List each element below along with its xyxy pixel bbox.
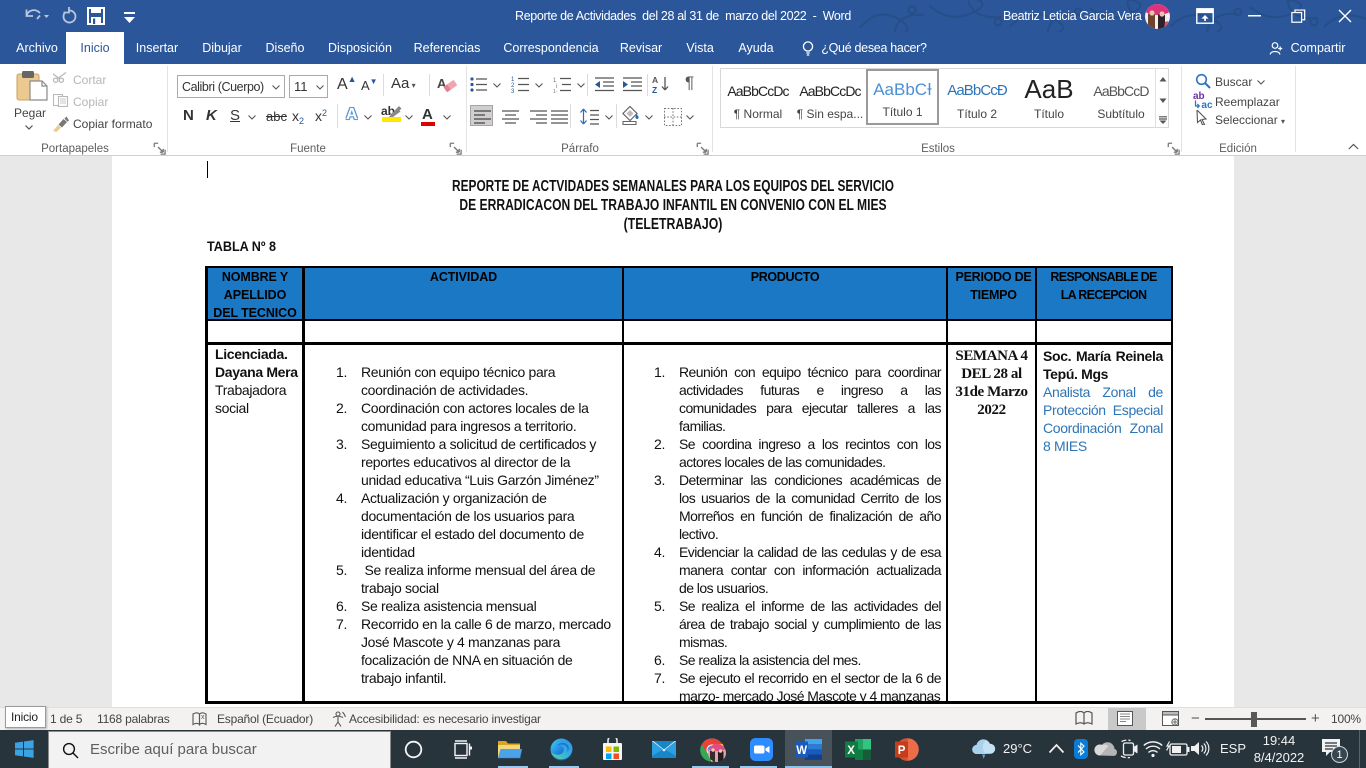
svg-text:W: W: [796, 745, 807, 757]
svg-text:3: 3: [511, 89, 515, 93]
svg-text:Z: Z: [652, 85, 657, 94]
svg-text:X: X: [847, 745, 855, 757]
svg-text:1-: 1-: [553, 89, 558, 93]
svg-text:x: x: [201, 714, 205, 721]
svg-text:P: P: [898, 745, 906, 757]
svg-text:A: A: [652, 75, 658, 85]
